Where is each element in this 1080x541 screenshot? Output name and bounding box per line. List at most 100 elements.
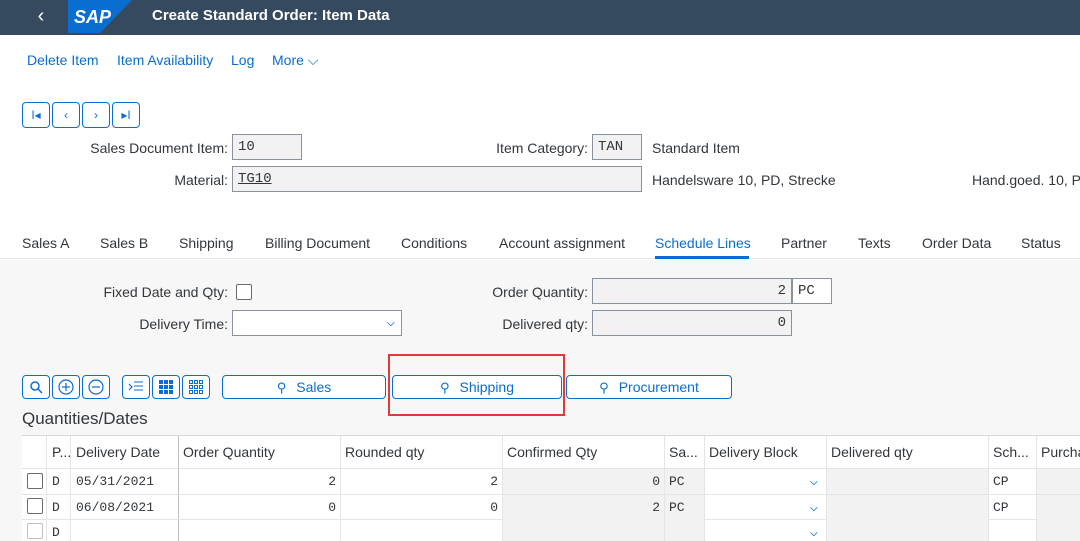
chevron-down-icon: ⌵ (307, 52, 319, 68)
row-select-checkbox[interactable] (27, 473, 43, 489)
order-quantity-field: 2 (592, 278, 792, 304)
tab-sales-b[interactable]: Sales B (100, 235, 148, 251)
tab-conditions[interactable]: Conditions (401, 235, 467, 251)
shell-bar: ‹ SAP Create Standard Order: Item Data (0, 0, 1080, 35)
more-button[interactable]: More ⌵ (272, 52, 318, 69)
tab-status[interactable]: Status (1021, 235, 1061, 251)
column-header-confirmed-qty[interactable]: Confirmed Qty (503, 436, 663, 468)
cell-delivery-date[interactable]: 06/08/2021 (72, 495, 178, 520)
cell-confirmed-qty (503, 520, 664, 541)
svg-text:SAP: SAP (74, 7, 112, 27)
cell-rounded-qty: 2 (490, 474, 498, 489)
back-icon[interactable]: ‹ (28, 3, 54, 31)
cell-order-quantity[interactable]: 0 (179, 495, 340, 520)
cell-purchase (1037, 520, 1080, 541)
fixed-date-qty-checkbox[interactable] (236, 284, 252, 300)
cell-sales-unit (665, 520, 704, 541)
material-description-2: Hand.goed. 10, P (972, 172, 1080, 188)
item-availability-button[interactable]: Item Availability (117, 52, 213, 68)
first-item-button[interactable]: I◂ (22, 102, 50, 128)
tab-schedule-lines[interactable]: Schedule Lines (655, 235, 751, 251)
cell-p: D (52, 500, 60, 515)
deselect-all-button[interactable] (182, 375, 210, 399)
delivery-time-select[interactable]: ⌵ (232, 310, 402, 336)
column-header-purchase[interactable]: Purcha (1037, 436, 1080, 468)
indent-button[interactable] (122, 375, 150, 399)
zoom-details-button[interactable] (22, 375, 50, 399)
chevron-down-icon: ⌵ (809, 500, 818, 516)
fixed-date-qty-label: Fixed Date and Qty: (103, 284, 228, 300)
delivered-qty-field: 0 (592, 310, 792, 336)
chevron-down-icon: ⌵ (386, 315, 395, 331)
cell-sales-unit: PC (665, 495, 704, 520)
cell-delivery-date[interactable] (72, 520, 178, 541)
cell-confirmed-qty: 2 (503, 495, 664, 520)
column-header-delivery-date[interactable]: Delivery Date (72, 436, 178, 468)
delivered-qty-label: Delivered qty: (502, 316, 588, 332)
column-header-delivered-qty[interactable]: Delivered qty (827, 436, 987, 468)
insert-row-button[interactable] (52, 375, 80, 399)
next-item-button[interactable]: › (82, 102, 110, 128)
magnifier-icon: ⚲ (276, 380, 287, 395)
column-header-order-quantity[interactable]: Order Quantity (179, 436, 339, 468)
sap-logo: SAP (68, 0, 132, 33)
tab-shipping[interactable]: Shipping (179, 235, 234, 251)
action-toolbar: Delete Item Item Availability Log More ⌵ (0, 35, 1080, 85)
row-select-checkbox[interactable] (27, 523, 43, 539)
last-item-button[interactable]: ▸I (112, 102, 140, 128)
delete-row-button[interactable] (82, 375, 110, 399)
procurement-details-button[interactable]: ⚲ Procurement (566, 375, 732, 399)
cell-delivery-block[interactable]: ⌵ (705, 469, 826, 494)
tab-partner[interactable]: Partner (781, 235, 827, 251)
tab-sales-a[interactable]: Sales A (22, 235, 69, 251)
cell-schedule-line-cat[interactable] (989, 520, 1036, 541)
order-quantity-label: Order Quantity: (492, 284, 588, 300)
tab-order-data[interactable]: Order Data (922, 235, 991, 251)
cell-schedule-line-cat[interactable]: CP (989, 469, 1036, 494)
magnifier-icon (30, 381, 43, 394)
tab-account-assignment[interactable]: Account assignment (499, 235, 625, 251)
cell-delivery-date[interactable]: 05/31/2021 (72, 469, 178, 494)
indent-icon (128, 381, 143, 391)
previous-item-button[interactable]: ‹ (52, 102, 80, 128)
cell-delivered-qty (827, 469, 988, 494)
sales-doc-item-label: Sales Document Item: (90, 140, 228, 156)
cell-rounded-qty: 0 (490, 500, 498, 515)
column-header-rounded-qty[interactable]: Rounded qty (341, 436, 501, 468)
column-header-p[interactable]: P... (48, 436, 70, 468)
order-quantity-unit-field[interactable]: PC (792, 278, 832, 304)
cell-schedule-line-cat[interactable]: CP (989, 495, 1036, 520)
column-header-delivery-block[interactable]: Delivery Block (705, 436, 825, 468)
item-category-field: TAN (592, 134, 642, 160)
cell-rounded-qty (341, 520, 502, 541)
select-all-button[interactable] (152, 375, 180, 399)
cell-purchase (1037, 469, 1080, 494)
cell-confirmed-qty: 0 (503, 469, 664, 494)
cell-sales-unit: PC (665, 469, 704, 494)
column-header-sales-unit[interactable]: Sa... (665, 436, 703, 468)
sales-details-button[interactable]: ⚲ Sales (222, 375, 386, 399)
cell-delivery-block[interactable]: ⌵ (705, 520, 826, 541)
tab-bar: Sales A Sales B Shipping Billing Documen… (0, 225, 1080, 259)
sales-doc-item-field: 10 (232, 134, 302, 160)
cell-order-quantity[interactable]: 2 (179, 469, 340, 494)
chevron-down-icon: ⌵ (809, 525, 818, 541)
item-category-description: Standard Item (652, 140, 740, 156)
cell-delivery-block[interactable]: ⌵ (705, 495, 826, 520)
chevron-down-icon: ⌵ (809, 474, 818, 490)
row-select-checkbox[interactable] (27, 498, 43, 514)
select-all-icon (159, 380, 173, 394)
procurement-button-label: Procurement (618, 379, 699, 395)
column-header-schedule-line-cat[interactable]: Sch... (989, 436, 1035, 468)
cell-order-quantity[interactable] (179, 520, 340, 541)
more-label: More (272, 52, 304, 68)
cell-delivered-qty (827, 495, 988, 520)
delete-item-button[interactable]: Delete Item (27, 52, 99, 68)
section-title: Quantities/Dates (22, 409, 148, 428)
tab-texts[interactable]: Texts (858, 235, 891, 251)
item-category-label: Item Category: (496, 140, 588, 156)
tab-billing-document[interactable]: Billing Document (265, 235, 370, 251)
material-field[interactable]: TG10 (232, 166, 642, 192)
deselect-all-icon (189, 380, 203, 394)
log-button[interactable]: Log (231, 52, 254, 68)
